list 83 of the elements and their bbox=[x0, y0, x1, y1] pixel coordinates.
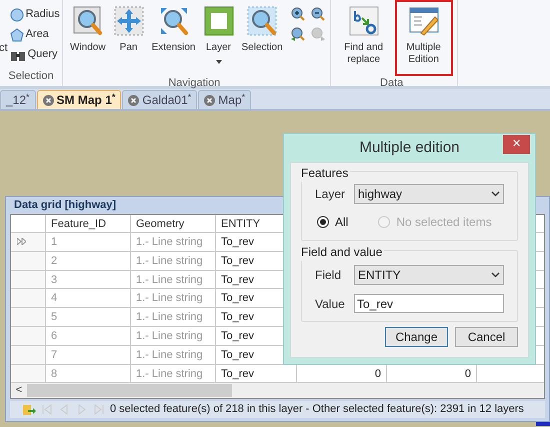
close-button[interactable]: ✕ bbox=[503, 135, 530, 154]
document-tab[interactable]: SM Map 1$^{*}$ bbox=[36, 90, 122, 109]
ribbon-small-button[interactable]: Radius bbox=[10, 6, 60, 23]
close-icon[interactable] bbox=[128, 94, 140, 106]
table-cell: 1.- Line string bbox=[131, 326, 216, 345]
ribbon-button[interactable]: Multiple Edition bbox=[394, 0, 453, 76]
table-cell: 1.- Line string bbox=[131, 252, 216, 270]
field-dropdown[interactable]: ENTITY bbox=[354, 265, 504, 285]
row-header[interactable] bbox=[11, 233, 46, 251]
ribbon-button[interactable]: Find and replace bbox=[334, 0, 393, 76]
ribbon-button[interactable]: Selection bbox=[238, 0, 286, 76]
field-label: Layer bbox=[315, 186, 346, 203]
window-icon bbox=[72, 6, 103, 36]
row-header[interactable] bbox=[11, 308, 46, 326]
group-label: Data bbox=[379, 76, 404, 91]
dialog-button[interactable]: Cancel bbox=[455, 327, 518, 347]
document-tab[interactable]: Map$^{*}$ bbox=[198, 90, 252, 109]
table-cell: 1.- Line string bbox=[131, 364, 216, 382]
row-header[interactable] bbox=[11, 364, 46, 382]
ribbon-button[interactable]: Pan bbox=[110, 0, 147, 76]
table-cell: 7 bbox=[46, 346, 131, 364]
table-cell: 1.- Line string bbox=[131, 308, 216, 326]
caret-icon bbox=[216, 60, 222, 64]
row-header[interactable] bbox=[11, 252, 46, 270]
table-cell: 2 bbox=[46, 252, 131, 270]
table-cell: 8 bbox=[46, 364, 131, 382]
selection-icon bbox=[247, 6, 278, 36]
table-cell: 1 bbox=[46, 233, 131, 251]
chevron-icon bbox=[491, 191, 500, 197]
row-header[interactable] bbox=[11, 326, 46, 345]
table-cell: 1.- Line string bbox=[131, 233, 216, 251]
next-record-icon[interactable] bbox=[76, 404, 87, 416]
first-record-icon[interactable] bbox=[42, 404, 53, 416]
pan-icon bbox=[114, 6, 144, 36]
layer-dropdown[interactable]: highway bbox=[354, 184, 504, 204]
ribbon-small-button[interactable]: Query bbox=[10, 46, 60, 63]
field-label: Field bbox=[315, 267, 342, 284]
group-label: Navigation bbox=[167, 76, 222, 91]
row-header[interactable] bbox=[11, 270, 46, 288]
last-record-icon[interactable] bbox=[93, 404, 104, 416]
chevron-icon bbox=[491, 272, 500, 278]
radio-button[interactable] bbox=[317, 216, 329, 228]
table-cell: 4 bbox=[46, 289, 131, 308]
status-text: 0 selected feature(s) of 218 in this layer - Other selected feature(s): 2391 in 12 layers bbox=[110, 402, 524, 418]
close-icon[interactable] bbox=[42, 94, 54, 106]
group-label: Selection bbox=[7, 69, 55, 84]
window-title: Data grid [highway] bbox=[13, 198, 118, 213]
extent-icon bbox=[158, 6, 189, 36]
dialog-title: Multiple edition bbox=[359, 138, 460, 158]
scrollbar-thumb[interactable] bbox=[27, 384, 232, 398]
zoom-out-icon[interactable] bbox=[310, 6, 326, 22]
layer-icon bbox=[204, 6, 234, 36]
radio-option[interactable]: All bbox=[317, 213, 348, 231]
table-cell: 6 bbox=[46, 326, 131, 345]
column-header[interactable]: Geometry bbox=[131, 215, 216, 232]
ribbon-button[interactable]: Layer bbox=[200, 0, 236, 76]
row-header[interactable] bbox=[11, 289, 46, 308]
zoom-in-icon[interactable] bbox=[290, 6, 306, 22]
ribbon-button[interactable]: Window bbox=[67, 0, 109, 76]
document-tab[interactable]: _12$^{*}$ bbox=[0, 90, 36, 109]
circle-icon bbox=[10, 8, 24, 22]
replace-icon bbox=[348, 6, 379, 36]
table-cell: 3 bbox=[46, 270, 131, 288]
scroll-left-button[interactable]: < bbox=[11, 384, 27, 398]
edit-icon bbox=[408, 6, 439, 36]
value-field[interactable]: To_rev bbox=[354, 294, 504, 313]
document-tab[interactable]: Galda01$^{*}$ bbox=[122, 90, 198, 109]
ribbon-small-button[interactable]: Area bbox=[10, 26, 60, 43]
table-cell: 1.- Line string bbox=[131, 346, 216, 364]
export-icon[interactable] bbox=[22, 402, 36, 417]
dialog-button[interactable]: Change bbox=[385, 327, 448, 347]
close-icon[interactable] bbox=[204, 94, 216, 106]
prev-record-icon[interactable] bbox=[59, 404, 70, 416]
current-row-icon bbox=[17, 238, 26, 246]
ribbon-button[interactable]: Extension bbox=[148, 0, 198, 76]
zoom-back-icon[interactable] bbox=[290, 26, 306, 42]
row-header[interactable] bbox=[11, 346, 46, 364]
field-label: Value bbox=[315, 296, 346, 312]
pentagon-icon bbox=[10, 28, 24, 42]
column-header[interactable]: Feature_ID bbox=[46, 215, 131, 232]
table-cell: 1.- Line string bbox=[131, 289, 216, 308]
table-cell: 1.- Line string bbox=[131, 270, 216, 288]
table-cell: 5 bbox=[46, 308, 131, 326]
